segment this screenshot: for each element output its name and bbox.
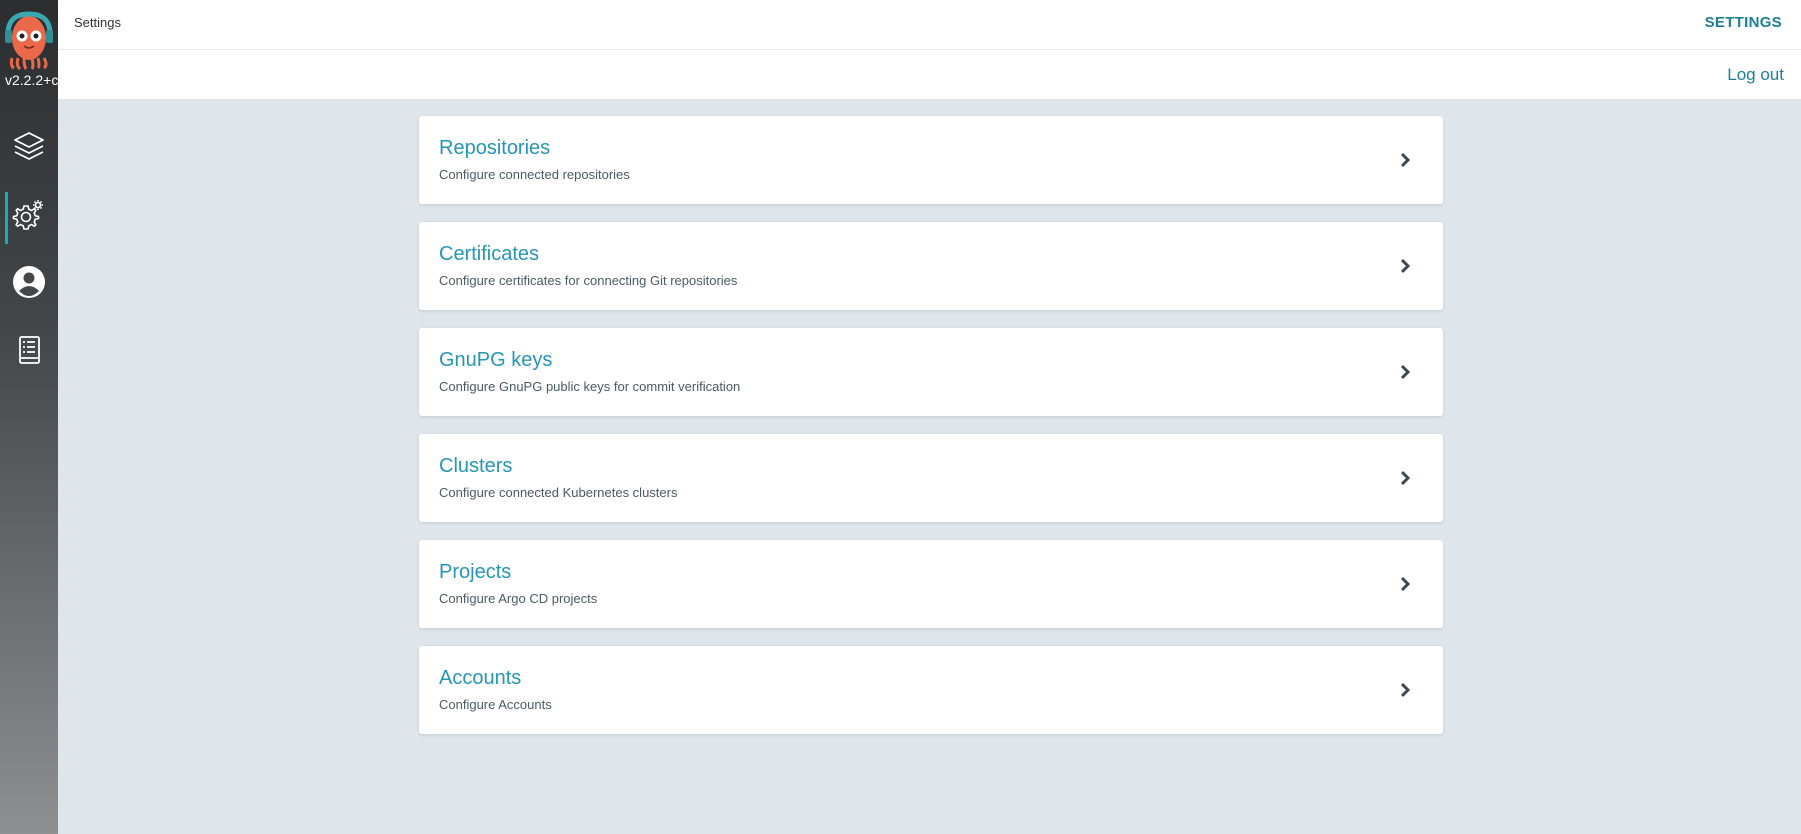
sidebar: v2.2.2+c (0, 0, 58, 834)
chevron-right-icon (1400, 364, 1411, 380)
settings-item-description: Configure connected repositories (439, 167, 630, 182)
section-label: SETTINGS (1704, 14, 1782, 31)
sidebar-item-applications[interactable] (0, 112, 58, 180)
settings-item-title: Certificates (439, 243, 540, 265)
settings-list: Repositories Configure connected reposit… (419, 116, 1443, 752)
settings-item-projects[interactable]: Projects Configure Argo CD projects (419, 540, 1443, 628)
chevron-right-icon (1400, 470, 1411, 486)
settings-item-description: Configure Accounts (439, 697, 552, 712)
chevron-right-icon (1400, 576, 1411, 592)
settings-item-description: Configure Argo CD projects (439, 591, 598, 606)
settings-item-repositories[interactable]: Repositories Configure connected reposit… (419, 116, 1443, 204)
gear-icon (12, 200, 43, 230)
settings-item-certificates[interactable]: Certificates Configure certificates for … (419, 222, 1443, 310)
settings-item-accounts[interactable]: Accounts Configure Accounts (419, 646, 1443, 734)
settings-item-description: Configure GnuPG public keys for commit v… (439, 379, 741, 394)
page-title: Settings (74, 15, 121, 30)
sidebar-item-settings[interactable] (0, 180, 58, 248)
version-label: v2.2.2+c (5, 72, 58, 88)
logout-link[interactable]: Log out (1727, 65, 1784, 85)
chevron-right-icon (1400, 152, 1411, 168)
book-icon (19, 336, 40, 364)
sidebar-item-user-info[interactable] (0, 248, 58, 316)
chevron-right-icon (1400, 258, 1411, 274)
settings-item-clusters[interactable]: Clusters Configure connected Kubernetes … (419, 434, 1443, 522)
argo-logo-icon[interactable] (4, 8, 54, 70)
settings-item-title: Clusters (439, 455, 513, 477)
settings-item-gnupg-keys[interactable]: GnuPG keys Configure GnuPG public keys f… (419, 328, 1443, 416)
settings-item-title: Accounts (439, 667, 522, 689)
chevron-right-icon (1400, 682, 1411, 698)
settings-item-description: Configure connected Kubernetes clusters (439, 485, 678, 500)
layers-icon (14, 132, 44, 160)
settings-item-description: Configure certificates for connecting Gi… (439, 273, 738, 288)
toolbar: Log out (58, 50, 1801, 99)
top-bar: Settings SETTINGS (58, 0, 1801, 50)
settings-item-title: Repositories (439, 137, 551, 159)
settings-item-title: Projects (439, 561, 512, 583)
settings-item-title: GnuPG keys (439, 349, 553, 371)
sidebar-item-docs[interactable] (0, 316, 58, 384)
user-icon (13, 266, 45, 298)
